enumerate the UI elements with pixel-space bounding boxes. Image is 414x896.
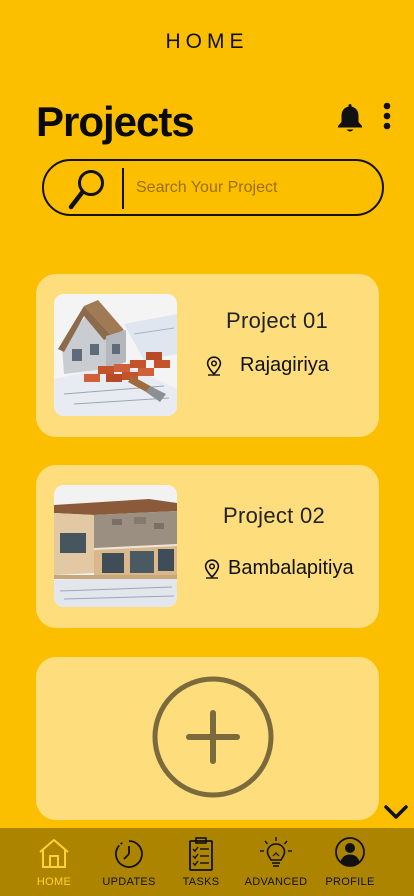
- project-title: Project 02: [223, 503, 326, 528]
- project-2-thumbnail: [54, 485, 177, 607]
- project-card-2[interactable]: Project 02 Bambalapitiya: [36, 465, 379, 628]
- project-1-thumbnail: [54, 294, 177, 416]
- project-title: Project 01: [226, 308, 329, 333]
- app-title: HOME: [165, 30, 249, 53]
- location-pin-icon: [206, 355, 222, 376]
- nav-advanced[interactable]: ADVANCED: [244, 828, 308, 896]
- nav-label-tasks: TASKS: [182, 876, 220, 888]
- nav-label-advanced: ADVANCED: [244, 876, 308, 888]
- nav-label-profile: PROFILE: [325, 876, 375, 888]
- location-label: Rajagiriya: [240, 354, 329, 376]
- nav-home[interactable]: HOME: [30, 828, 78, 896]
- add-project-card[interactable]: [36, 657, 379, 820]
- chevron-down-icon[interactable]: [383, 803, 409, 821]
- user-icon: [335, 837, 365, 867]
- home-icon: [39, 839, 69, 868]
- search-icon[interactable]: [68, 167, 108, 211]
- nav-profile[interactable]: PROFILE: [325, 828, 375, 896]
- search-divider: [122, 168, 124, 209]
- bottom-nav: HOME UPDATES TASKS ADVANCED PROFILE: [0, 828, 414, 896]
- nav-label-updates: UPDATES: [102, 876, 156, 888]
- add-circle-icon[interactable]: [151, 675, 275, 799]
- location-label: Bambalapitiya: [228, 557, 354, 579]
- search-input[interactable]: [136, 171, 366, 205]
- project-location: Rajagiriya: [206, 354, 329, 377]
- page-title: Projects: [36, 98, 195, 145]
- more-vertical-icon[interactable]: [380, 102, 394, 130]
- search-bar[interactable]: [42, 159, 384, 216]
- clock-icon: [115, 840, 143, 868]
- lightbulb-icon: [260, 837, 292, 867]
- nav-updates[interactable]: UPDATES: [102, 828, 156, 896]
- clipboard-icon: [189, 837, 213, 871]
- nav-label-home: HOME: [36, 876, 72, 888]
- nav-tasks[interactable]: TASKS: [180, 828, 222, 896]
- project-location: Bambalapitiya: [204, 557, 354, 580]
- bell-icon[interactable]: [336, 102, 364, 134]
- project-card-1[interactable]: Project 01 Rajagiriya: [36, 274, 379, 437]
- location-pin-icon: [204, 558, 220, 579]
